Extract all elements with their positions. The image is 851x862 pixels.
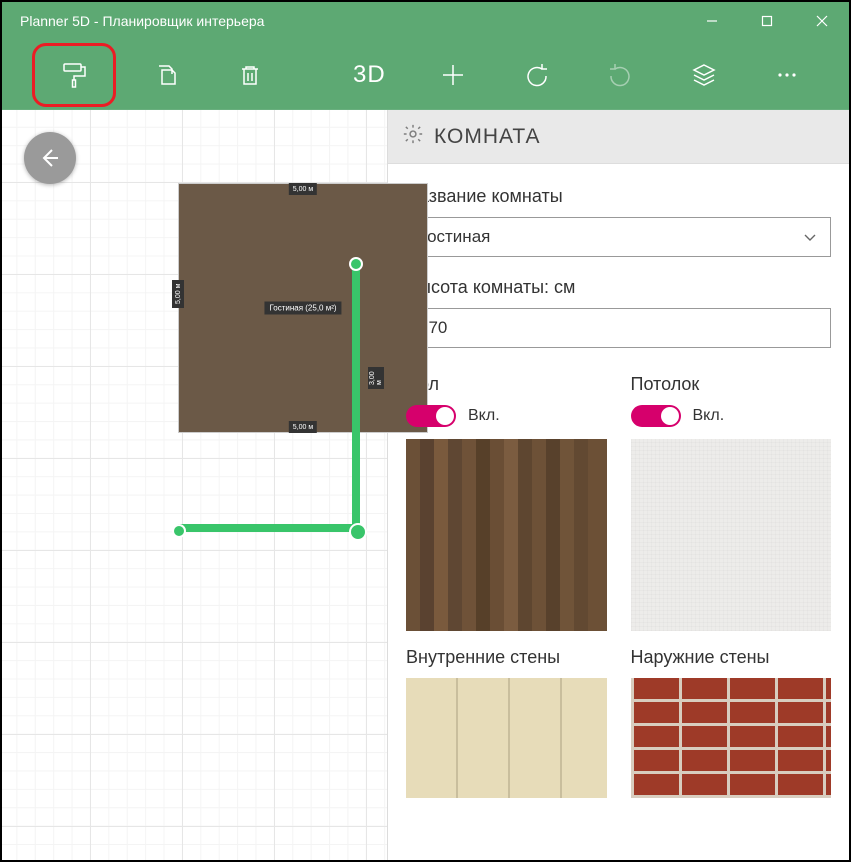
dimension-bottom: 5,00 м — [289, 421, 317, 433]
floor-label: Пол — [406, 374, 607, 395]
selected-wall-vertical[interactable] — [352, 260, 360, 530]
ceiling-label: Потолок — [631, 374, 832, 395]
room-height-input[interactable]: 270 — [406, 308, 831, 348]
room-name-label: Название комнаты — [406, 186, 831, 207]
room-name-select[interactable]: Гостиная — [406, 217, 831, 257]
floor-toggle[interactable] — [406, 405, 456, 427]
minimize-button[interactable] — [684, 2, 739, 40]
main-area: 5,00 м 5,00 м 5,00 м Гостиная (25,0 м²) … — [2, 110, 849, 860]
room-label: Гостиная (25,0 м²) — [264, 302, 341, 315]
properties-panel: КОМНАТА Название комнаты Гостиная Высота… — [387, 110, 849, 860]
floor-texture-swatch[interactable] — [406, 439, 607, 631]
title-bar: Planner 5D - Планировщик интерьера — [2, 2, 849, 40]
room-height-label: Высота комнаты: см — [406, 277, 831, 298]
highlight-box — [32, 43, 116, 107]
wall-handle[interactable] — [349, 257, 363, 271]
room-name-value: Гостиная — [419, 227, 490, 247]
panel-title: КОМНАТА — [434, 125, 541, 149]
canvas-2d[interactable]: 5,00 м 5,00 м 5,00 м Гостиная (25,0 м²) … — [2, 110, 387, 860]
selected-wall-horizontal[interactable] — [178, 524, 360, 532]
add-button[interactable] — [421, 50, 485, 100]
paint-roller-button[interactable] — [39, 50, 109, 100]
layers-button[interactable] — [672, 50, 736, 100]
3d-toggle-button[interactable]: 3D — [338, 50, 402, 100]
outer-walls-swatch[interactable] — [631, 678, 832, 798]
window-title: Planner 5D - Планировщик интерьера — [20, 13, 264, 29]
inner-walls-swatch[interactable] — [406, 678, 607, 798]
outer-walls-label: Наружние стены — [631, 647, 832, 668]
panel-header: КОМНАТА — [388, 110, 849, 164]
ceiling-texture-swatch[interactable] — [631, 439, 832, 631]
maximize-button[interactable] — [739, 2, 794, 40]
room-shape[interactable]: 5,00 м 5,00 м 5,00 м Гостиная (25,0 м²) — [178, 183, 428, 433]
wall-handle[interactable] — [349, 523, 367, 541]
dimension-selection: 3,00 м — [368, 367, 384, 389]
more-button[interactable] — [755, 50, 819, 100]
wall-handle[interactable] — [172, 524, 186, 538]
dimension-top: 5,00 м — [289, 183, 317, 195]
inner-walls-label: Внутренние стены — [406, 647, 607, 668]
dimension-left: 5,00 м — [172, 280, 184, 308]
back-button[interactable] — [24, 132, 76, 184]
floor-toggle-state: Вкл. — [468, 407, 500, 425]
copy-button[interactable] — [134, 50, 198, 100]
toolbar: 3D — [2, 40, 849, 110]
ceiling-toggle[interactable] — [631, 405, 681, 427]
redo-button[interactable] — [588, 50, 652, 100]
undo-button[interactable] — [505, 50, 569, 100]
ceiling-toggle-state: Вкл. — [693, 407, 725, 425]
gear-icon — [402, 123, 424, 150]
close-button[interactable] — [794, 2, 849, 40]
delete-button[interactable] — [218, 50, 282, 100]
